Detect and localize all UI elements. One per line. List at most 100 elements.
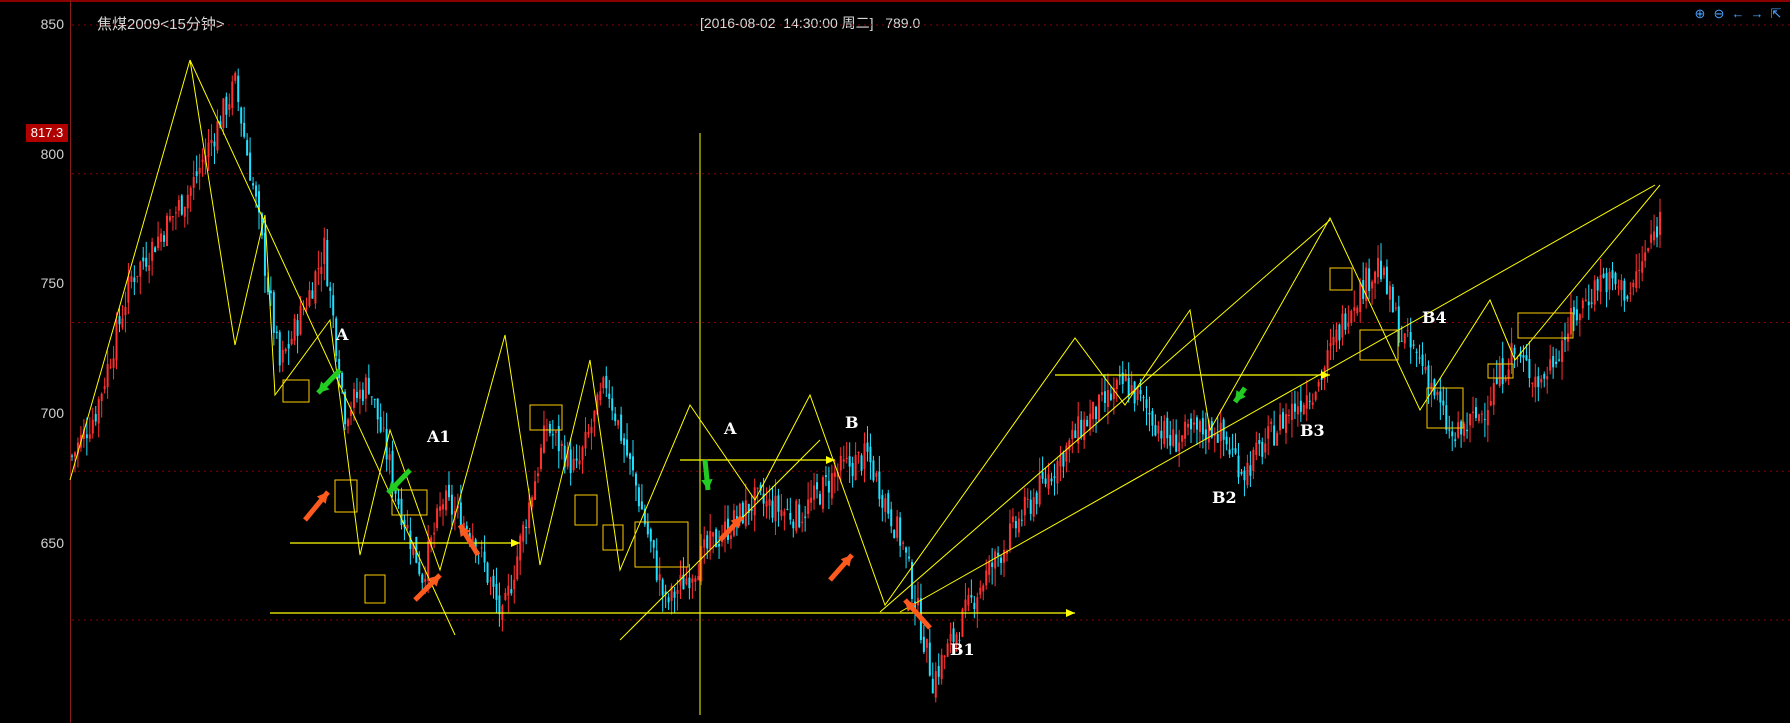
candle-body bbox=[1172, 429, 1175, 446]
trend-line bbox=[879, 219, 1331, 613]
candle-body bbox=[1106, 390, 1109, 407]
candle-body bbox=[792, 521, 795, 529]
candle-body bbox=[1296, 406, 1299, 415]
candle-body bbox=[504, 592, 507, 600]
candle-body bbox=[1344, 313, 1347, 330]
candle-body bbox=[1439, 391, 1442, 403]
candle-body bbox=[1047, 474, 1050, 489]
candle-body bbox=[326, 240, 329, 286]
candle-body bbox=[1329, 343, 1332, 347]
candle-body bbox=[1050, 478, 1053, 482]
candle-body bbox=[177, 200, 180, 211]
consolidation-box bbox=[364, 574, 386, 604]
candle-body bbox=[1537, 376, 1540, 388]
candle-body bbox=[1641, 261, 1644, 273]
candle-body bbox=[795, 500, 798, 531]
candle-body bbox=[397, 498, 400, 505]
candle-body bbox=[171, 216, 174, 218]
candle-body bbox=[1644, 252, 1647, 261]
candle-body bbox=[617, 420, 620, 426]
candle-body bbox=[1264, 443, 1267, 453]
candle-body bbox=[1584, 299, 1587, 302]
candle-body bbox=[1590, 302, 1593, 304]
candle-body bbox=[379, 417, 382, 432]
candle-body bbox=[130, 276, 133, 282]
candle-body bbox=[922, 636, 925, 653]
candle-body bbox=[1100, 392, 1103, 395]
candle-body bbox=[1151, 410, 1154, 426]
candle-body bbox=[1415, 351, 1418, 353]
candle-body bbox=[73, 452, 76, 457]
pattern-label-b3: B3 bbox=[1300, 421, 1325, 440]
candle-body bbox=[160, 233, 163, 242]
candle-body bbox=[1623, 280, 1626, 301]
candle-body bbox=[237, 75, 240, 102]
plot-area[interactable]: A A1 A B B1 B2 B3 B4 bbox=[0, 0, 1790, 723]
candle-body bbox=[1089, 413, 1092, 430]
candle-body bbox=[560, 443, 563, 447]
candle-body bbox=[231, 81, 234, 108]
candle-body bbox=[1388, 285, 1391, 300]
candle-body bbox=[587, 431, 590, 435]
candle-body bbox=[332, 295, 335, 316]
candle-body bbox=[388, 454, 391, 461]
candle-body bbox=[1477, 414, 1480, 422]
candle-body bbox=[139, 261, 142, 277]
candle-body bbox=[1184, 421, 1187, 439]
candle-body bbox=[1192, 422, 1195, 425]
candle-body bbox=[798, 504, 801, 528]
candle-body bbox=[1175, 434, 1178, 452]
candle-body bbox=[450, 494, 453, 515]
candle-body bbox=[201, 159, 204, 163]
candle-body bbox=[1003, 549, 1006, 563]
candle-body bbox=[136, 275, 139, 277]
candle-body bbox=[486, 562, 489, 583]
candle-body bbox=[620, 414, 623, 441]
candle-body bbox=[1136, 388, 1139, 401]
candle-body bbox=[483, 551, 486, 563]
candle-body bbox=[1412, 344, 1415, 346]
candle-body bbox=[1195, 417, 1198, 430]
candle-body bbox=[189, 187, 192, 196]
candle-body bbox=[1605, 272, 1608, 293]
candle-body bbox=[845, 457, 848, 460]
candle-body bbox=[465, 525, 468, 529]
consolidation-box bbox=[391, 489, 428, 516]
candle-body bbox=[1356, 307, 1359, 314]
candle-body bbox=[771, 500, 774, 518]
candle-body bbox=[1558, 359, 1561, 361]
candle-body bbox=[1041, 472, 1044, 479]
candle-body bbox=[1569, 308, 1572, 335]
candle-body bbox=[127, 276, 130, 303]
candle-body bbox=[712, 532, 715, 537]
candle-body bbox=[1400, 340, 1403, 342]
candle-body bbox=[554, 431, 557, 433]
candle-body bbox=[934, 671, 937, 698]
candle-body bbox=[1332, 336, 1335, 346]
candle-body bbox=[804, 516, 807, 518]
candle-body bbox=[703, 539, 706, 548]
candle-body bbox=[180, 195, 183, 215]
candle-body bbox=[1540, 378, 1543, 383]
candle-body bbox=[1317, 381, 1320, 387]
candle-body bbox=[1483, 419, 1486, 421]
candle-body bbox=[851, 462, 854, 477]
candle-body bbox=[255, 185, 258, 197]
candle-body bbox=[1543, 374, 1546, 379]
candle-body bbox=[1109, 393, 1112, 400]
candle-body bbox=[1656, 226, 1659, 238]
candle-body bbox=[584, 431, 587, 449]
candle-body bbox=[738, 503, 741, 518]
candle-body bbox=[1326, 350, 1329, 369]
candle-body bbox=[1029, 499, 1032, 514]
candle-body bbox=[896, 516, 899, 538]
chart-frame[interactable]: 850 800 750 700 650 817.3 焦煤2009<15分钟> [… bbox=[0, 0, 1790, 723]
trend-line bbox=[899, 184, 1656, 613]
candle-body bbox=[272, 292, 275, 333]
candle-body bbox=[676, 589, 679, 594]
candle-body bbox=[827, 480, 830, 493]
candle-body bbox=[1528, 358, 1531, 378]
candle-body bbox=[1647, 248, 1650, 251]
candle-body bbox=[85, 434, 88, 439]
consolidation-box bbox=[602, 524, 624, 551]
